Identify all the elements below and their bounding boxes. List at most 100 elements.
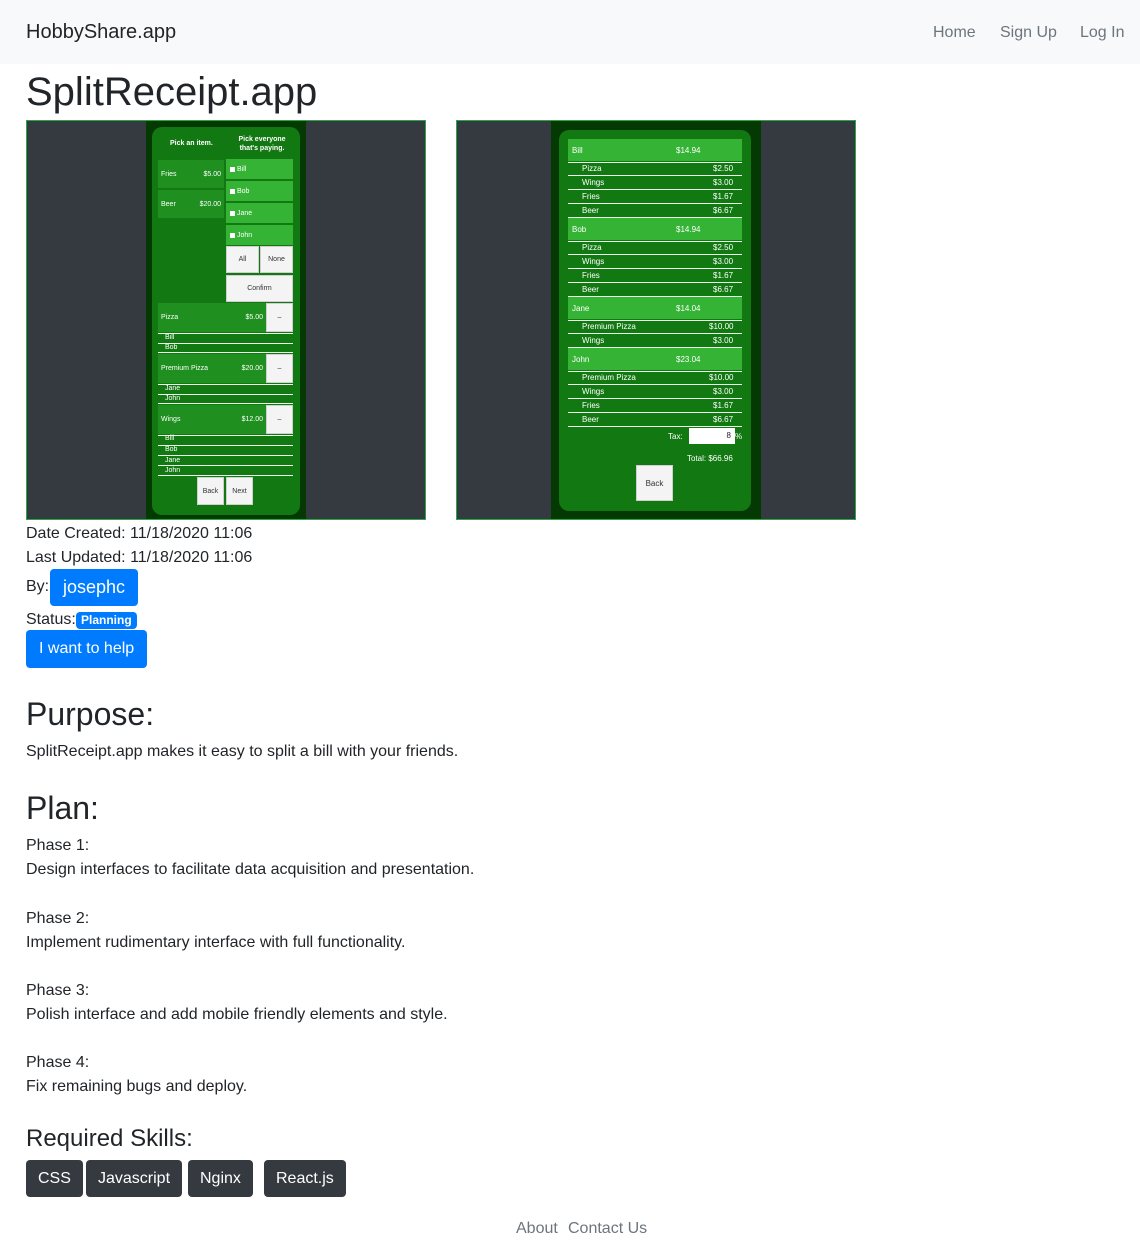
- person-checkbox-row[interactable]: Bill: [226, 159, 293, 179]
- person-name: Bill: [572, 146, 583, 155]
- brand-link[interactable]: HobbyShare.app: [26, 21, 176, 44]
- divider: [568, 320, 742, 321]
- line-item-name: Beer: [582, 206, 599, 215]
- confirm-button[interactable]: Confirm: [226, 275, 293, 302]
- i-want-to-help-button[interactable]: I want to help: [26, 630, 148, 668]
- page-title: SplitReceipt.app: [26, 70, 318, 114]
- person-name: Jane: [237, 210, 253, 217]
- skill-tag-nginx[interactable]: Nginx: [188, 1160, 253, 1197]
- phase-text: Polish interface and add mobile friendly…: [26, 1006, 448, 1023]
- remove-item-button[interactable]: –: [266, 405, 293, 434]
- payer-name: Bill: [165, 334, 175, 341]
- navbar: HobbyShare.app Home Sign Up Log In: [0, 0, 1140, 64]
- item-price: $5.00: [203, 171, 221, 178]
- line-item-name: Wings: [582, 257, 605, 266]
- select-none-button[interactable]: None: [260, 246, 293, 273]
- person-name: Bob: [237, 188, 250, 195]
- line-item-name: Premium Pizza: [582, 373, 636, 382]
- assigned-item-row: Wings $12.00: [158, 405, 266, 434]
- skill-tag-javascript[interactable]: Javascript: [86, 1160, 183, 1197]
- line-item-name: Beer: [582, 415, 599, 424]
- app-card: Bill $14.94 Pizza $2.50 Wings $3.00 Frie…: [559, 130, 751, 511]
- person-name: John: [572, 355, 590, 364]
- skill-tag-css[interactable]: CSS: [26, 1160, 83, 1197]
- app-card: Pick an item. Pick everyone that's payin…: [152, 127, 300, 515]
- line-item-amount: $3.00: [713, 257, 734, 266]
- divider: [568, 203, 742, 204]
- item-price: $5.00: [245, 314, 263, 321]
- nav-link-log-in[interactable]: Log In: [1080, 24, 1124, 42]
- line-item-amount: $3.00: [713, 387, 734, 396]
- person-total: $14.94: [676, 146, 701, 155]
- remove-item-button[interactable]: –: [266, 303, 293, 332]
- back-button[interactable]: Back: [636, 465, 673, 501]
- person-checkbox-row[interactable]: Jane: [226, 203, 293, 223]
- divider: [158, 333, 293, 334]
- purpose-heading: Purpose:: [26, 696, 155, 732]
- divider: [568, 371, 742, 372]
- select-all-button[interactable]: All: [226, 246, 259, 273]
- checkbox-checked-icon[interactable]: [230, 188, 235, 194]
- divider: [158, 403, 293, 404]
- person-name: Bill: [237, 166, 247, 173]
- phase-label: Phase 1:: [26, 837, 90, 854]
- item-row[interactable]: Beer $20.00: [158, 190, 224, 218]
- line-item-name: Wings: [582, 336, 605, 345]
- nav-link-home[interactable]: Home: [933, 24, 976, 42]
- payer-name: John: [165, 467, 181, 474]
- tax-input[interactable]: 8: [689, 428, 735, 444]
- divider: [568, 282, 742, 283]
- item-row[interactable]: Fries $5.00: [158, 160, 224, 188]
- line-item-name: Premium Pizza: [582, 322, 636, 331]
- line-item-name: Fries: [582, 271, 600, 280]
- last-updated: Last Updated: 11/18/2020 11:06: [26, 549, 253, 566]
- project-screenshot-item-selection: Pick an item. Pick everyone that's payin…: [26, 120, 426, 520]
- project-screenshot-split-summary: Bill $14.94 Pizza $2.50 Wings $3.00 Frie…: [456, 120, 856, 520]
- line-item-amount: $6.67: [713, 415, 734, 424]
- person-checkbox-row[interactable]: Bob: [226, 181, 293, 201]
- divider: [158, 445, 293, 446]
- skill-tag-reactjs[interactable]: React.js: [264, 1160, 346, 1197]
- person-total: $14.04: [676, 304, 701, 313]
- payer-name: Bob: [165, 344, 178, 351]
- line-item-amount: $10.00: [709, 373, 734, 382]
- person-total: $23.04: [676, 355, 701, 364]
- header-pick-item: Pick an item.: [170, 140, 213, 147]
- footer-link-about[interactable]: About: [516, 1220, 558, 1238]
- checkbox-checked-icon[interactable]: [230, 232, 235, 238]
- line-item-amount: $6.67: [713, 285, 734, 294]
- divider: [568, 162, 742, 163]
- line-item-name: Beer: [582, 285, 599, 294]
- line-item-name: Pizza: [582, 164, 602, 173]
- divider: [568, 384, 742, 385]
- footer-link-contact-us[interactable]: Contact Us: [568, 1220, 647, 1238]
- phase-label: Phase 3:: [26, 982, 90, 999]
- line-item-name: Wings: [582, 178, 605, 187]
- line-item-amount: $2.50: [713, 164, 734, 173]
- checkbox-checked-icon[interactable]: [230, 166, 235, 172]
- line-item-amount: $2.50: [713, 243, 734, 252]
- line-item-name: Fries: [582, 401, 600, 410]
- person-name: Bob: [572, 225, 587, 234]
- date-created: Date Created: 11/18/2020 11:06: [26, 525, 253, 542]
- nav-link-sign-up[interactable]: Sign Up: [1000, 24, 1057, 42]
- divider: [568, 189, 742, 190]
- phase-text: Fix remaining bugs and deploy.: [26, 1078, 248, 1095]
- payer-name: John: [165, 395, 181, 402]
- tax-percent: %: [735, 432, 743, 441]
- line-item-amount: $3.00: [713, 336, 734, 345]
- divider: [158, 352, 293, 353]
- item-price: $20.00: [199, 201, 221, 208]
- next-button[interactable]: Next: [226, 477, 253, 505]
- back-button[interactable]: Back: [197, 477, 224, 505]
- remove-item-button[interactable]: –: [266, 354, 293, 383]
- person-checkbox-row[interactable]: John: [226, 225, 293, 245]
- checkbox-checked-icon[interactable]: [230, 210, 235, 216]
- assigned-item-row: Premium Pizza $20.00: [158, 354, 266, 383]
- item-price: $12.00: [241, 416, 263, 423]
- grand-total: Total: $66.96: [687, 454, 733, 463]
- author-button[interactable]: josephc: [50, 569, 139, 606]
- person-name: John: [237, 232, 253, 239]
- person-total-row: Jane $14.04: [568, 297, 742, 319]
- line-item-amount: $10.00: [709, 322, 734, 331]
